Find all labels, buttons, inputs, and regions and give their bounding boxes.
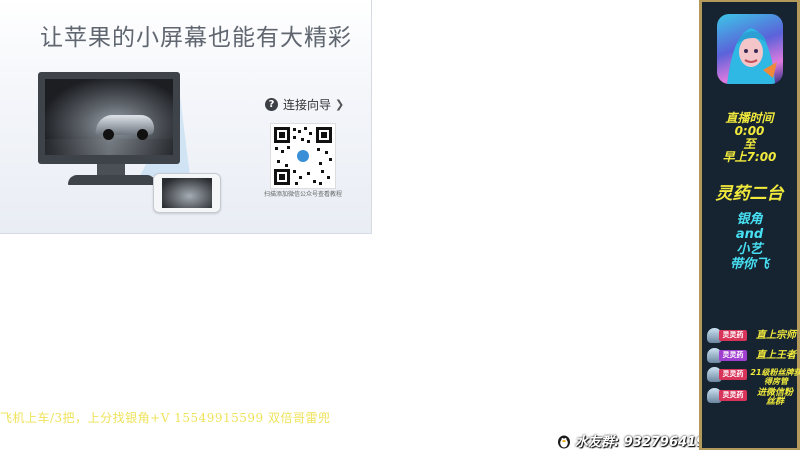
monitor-illustration [38,72,180,164]
scrolling-ticker: 飞机上车/3把，上分找银角+V 15549915599 双倍哥雷兜 [0,411,331,425]
host-line: 银角 [736,212,763,227]
live-time: 直播时间 0:00 至 早上7:00 [702,112,797,164]
host-line: 小艺 [736,242,763,257]
rank-row: 灵灵药 21级粉丝牌获得房管 [705,366,800,386]
help-icon: ? [265,98,278,111]
chevron-right-icon: ❯ [335,98,345,111]
qr-code [270,123,336,189]
rank-row: 灵灵药 进微信粉丝群 [705,387,800,407]
panel-title: 让苹果的小屏幕也能有大精彩 [40,25,352,51]
rank-text: 直上王者 [756,350,796,361]
rank-text: 直上宗师 [756,330,796,341]
penguin-icon [558,435,570,448]
fan-group-text: 水友群: 932796419 [575,435,706,450]
rank-row: 灵灵药 直上宗师 [705,327,800,345]
server-name: 灵药二台 [715,184,784,204]
airplay-promo-panel: 让苹果的小屏幕也能有大精彩 ? 连接向导 ❯ 扫描添加微信公众号查看教程 [0,0,372,234]
car-wheel [103,129,114,140]
rank-text: 21级粉丝牌获得房管 [750,368,800,386]
host-line: and [735,227,764,242]
monitor-base [68,175,156,185]
rank-tag: 灵灵药 [719,390,747,401]
game-logo [717,14,783,84]
car-wheel [137,129,148,140]
fan-group-overlay: 水友群: 932796419 [556,431,705,450]
rank-tag: 灵灵药 [719,330,747,341]
stream-info-sidebar: 直播时间 0:00 至 早上7:00 灵药二台 银角 and 小艺 带你飞 灵灵… [699,0,800,450]
rank-text: 进微信粉丝群 [756,388,793,407]
phone-illustration [153,173,221,213]
connect-guide-link[interactable]: ? 连接向导 ❯ [265,96,344,113]
host-info: 银角 and 小艺 带你飞 [702,212,797,272]
monitor-screen [45,79,173,155]
rank-tag: 灵灵药 [719,369,747,380]
connect-guide-label: 连接向导 [283,98,332,112]
live-time-line: 早上7:00 [722,150,777,164]
qr-caption: 扫描添加微信公众号查看教程 [263,191,342,198]
phone-screen [162,178,212,208]
host-line: 带你飞 [729,257,769,272]
rank-row: 灵灵药 直上王者 [705,347,800,365]
rank-tag: 灵灵药 [719,350,747,361]
road-graphic [45,139,173,155]
